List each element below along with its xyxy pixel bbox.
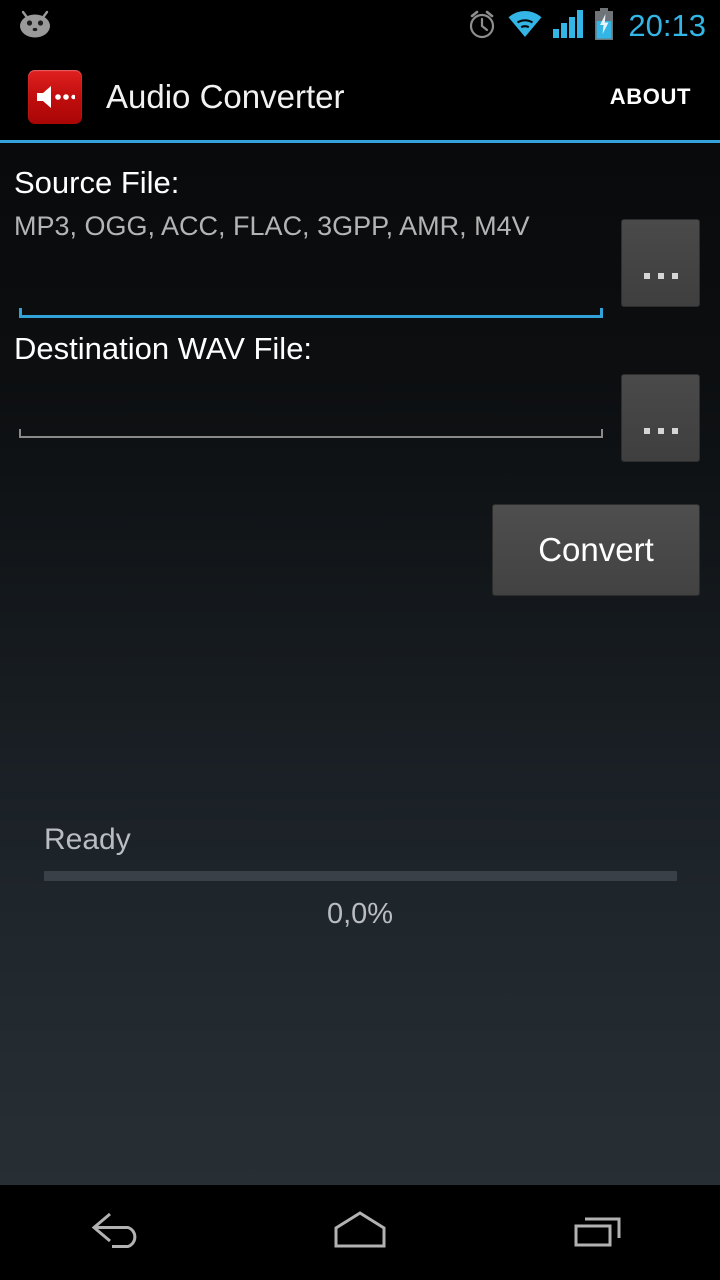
battery-charging-icon <box>594 7 614 45</box>
source-file-label: Source File: <box>14 165 180 200</box>
home-icon <box>328 1208 392 1257</box>
android-mascot-icon <box>16 9 54 44</box>
alarm-clock-icon <box>467 8 497 45</box>
cellular-signal-icon <box>553 9 584 43</box>
destination-file-label: Destination WAV File: <box>14 331 313 366</box>
status-bar-system-icons: 20:13 <box>467 7 720 45</box>
recents-icon <box>568 1208 632 1257</box>
phone-screen: 20:13 Audio Converter ABOUT Source File:… <box>0 0 720 1280</box>
wifi-icon <box>508 10 542 43</box>
navigation-bar <box>0 1185 720 1280</box>
page-title: Audio Converter <box>106 78 345 115</box>
progress-bar <box>44 871 677 881</box>
source-browse-button[interactable] <box>621 219 700 307</box>
nav-back-button[interactable] <box>45 1185 195 1280</box>
ellipsis-icon <box>643 428 678 434</box>
back-icon <box>88 1208 152 1257</box>
convert-button[interactable]: Convert <box>492 504 700 596</box>
status-text: Ready <box>44 823 131 856</box>
destination-browse-button[interactable] <box>621 374 700 462</box>
about-button[interactable]: ABOUT <box>602 70 699 124</box>
status-bar: 20:13 <box>0 0 720 52</box>
speaker-audio-icon <box>28 70 82 124</box>
nav-recents-button[interactable] <box>525 1185 675 1280</box>
destination-file-input[interactable] <box>19 375 603 435</box>
nav-home-button[interactable] <box>285 1185 435 1280</box>
status-bar-notifications <box>0 9 54 44</box>
main-content: Source File: MP3, OGG, ACC, FLAC, 3GPP, … <box>0 143 720 1185</box>
ellipsis-icon <box>643 273 678 279</box>
source-file-hint: MP3, OGG, ACC, FLAC, 3GPP, AMR, M4V <box>14 211 530 241</box>
status-bar-clock: 20:13 <box>628 7 706 43</box>
progress-percent-label: 0,0% <box>326 898 394 930</box>
action-bar: Audio Converter ABOUT <box>0 52 720 142</box>
source-file-underline <box>19 308 603 318</box>
source-file-input[interactable] <box>19 243 603 315</box>
destination-file-underline <box>19 429 603 438</box>
